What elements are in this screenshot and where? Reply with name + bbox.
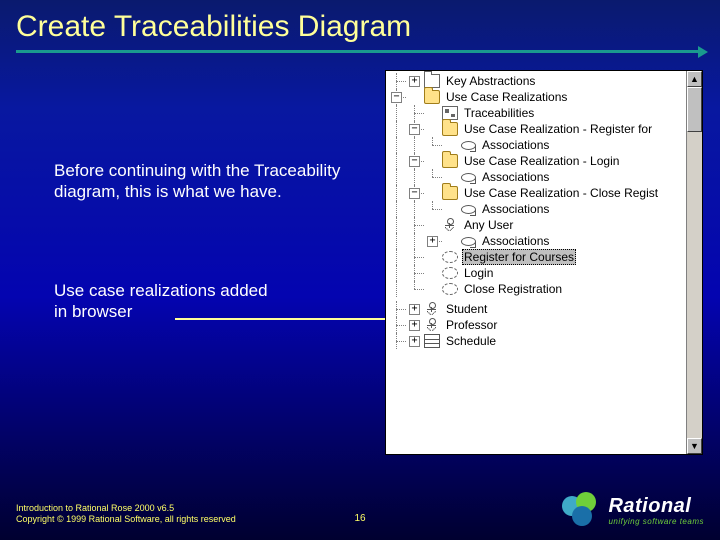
tree-node-use-case-realizations[interactable]: − Use Case Realizations: [388, 89, 686, 105]
tree-node-register-courses[interactable]: Register for Courses: [388, 249, 686, 265]
tree-node-ucr-register[interactable]: − Use Case Realization - Register for: [388, 121, 686, 137]
collapse-icon[interactable]: −: [409, 124, 420, 135]
expand-icon[interactable]: +: [409, 76, 420, 87]
association-icon: [460, 170, 476, 184]
folder-icon: [442, 154, 458, 168]
collapse-icon[interactable]: −: [409, 188, 420, 199]
tree-node-ucr-close[interactable]: − Use Case Realization - Close Regist: [388, 185, 686, 201]
folder-icon: [442, 186, 458, 200]
scroll-track[interactable]: [687, 87, 702, 438]
annotation-text: Use case realizations added in browser: [54, 280, 274, 323]
folder-icon: [424, 90, 440, 104]
expand-icon[interactable]: +: [427, 236, 438, 247]
collaboration-icon: [442, 251, 458, 263]
tree-node-associations-1[interactable]: Associations: [388, 137, 686, 153]
association-icon: [460, 202, 476, 216]
collapse-icon[interactable]: −: [409, 156, 420, 167]
collaboration-icon: [442, 267, 458, 279]
selected-node: Register for Courses: [462, 249, 576, 265]
expand-icon[interactable]: +: [409, 336, 420, 347]
package-icon: [424, 74, 440, 88]
vertical-scrollbar[interactable]: ▲ ▼: [686, 71, 702, 454]
association-icon: [460, 138, 476, 152]
tree-node-associations-2[interactable]: Associations: [388, 169, 686, 185]
tree-node-associations-3[interactable]: Associations: [388, 201, 686, 217]
actor-icon: [424, 318, 440, 332]
tree-node-traceabilities[interactable]: Traceabilities: [388, 105, 686, 121]
scroll-down-button[interactable]: ▼: [687, 438, 702, 454]
actor-icon: [442, 218, 458, 232]
tree-node-close-registration[interactable]: Close Registration: [388, 281, 686, 297]
collaboration-icon: [442, 283, 458, 295]
logo-mark-icon: [562, 492, 600, 530]
diagram-icon: [442, 106, 458, 120]
annotation-arrow: [175, 318, 385, 320]
scroll-thumb[interactable]: [687, 87, 702, 132]
expand-icon[interactable]: +: [409, 320, 420, 331]
model-browser: + Key Abstractions − Use Case Realizatio…: [385, 70, 703, 455]
actor-icon: [424, 302, 440, 316]
page-title: Create Traceabilities Diagram: [16, 10, 704, 44]
scroll-up-button[interactable]: ▲: [687, 71, 702, 87]
title-rule: [16, 50, 704, 53]
rational-logo: Rational unifying software teams: [562, 492, 704, 530]
page-number: 16: [354, 513, 365, 524]
footer-credits: Introduction to Rational Rose 2000 v6.5 …: [16, 503, 236, 526]
tree-node-professor[interactable]: + Professor: [388, 317, 686, 333]
expand-icon[interactable]: +: [409, 304, 420, 315]
tree-node-schedule[interactable]: + Schedule: [388, 333, 686, 349]
collapse-icon[interactable]: −: [391, 92, 402, 103]
tree-view[interactable]: + Key Abstractions − Use Case Realizatio…: [386, 71, 686, 454]
logo-tagline: unifying software teams: [608, 518, 704, 526]
tree-node-any-user-assoc[interactable]: + Associations: [388, 233, 686, 249]
class-icon: [424, 334, 440, 348]
tree-node-login[interactable]: Login: [388, 265, 686, 281]
tree-node-key-abstractions[interactable]: + Key Abstractions: [388, 73, 686, 89]
tree-node-any-user[interactable]: Any User: [388, 217, 686, 233]
tree-node-ucr-login[interactable]: − Use Case Realization - Login: [388, 153, 686, 169]
folder-icon: [442, 122, 458, 136]
logo-name: Rational: [608, 496, 704, 516]
association-icon: [460, 234, 476, 248]
tree-node-student[interactable]: + Student: [388, 301, 686, 317]
intro-text: Before continuing with the Traceability …: [54, 160, 354, 203]
